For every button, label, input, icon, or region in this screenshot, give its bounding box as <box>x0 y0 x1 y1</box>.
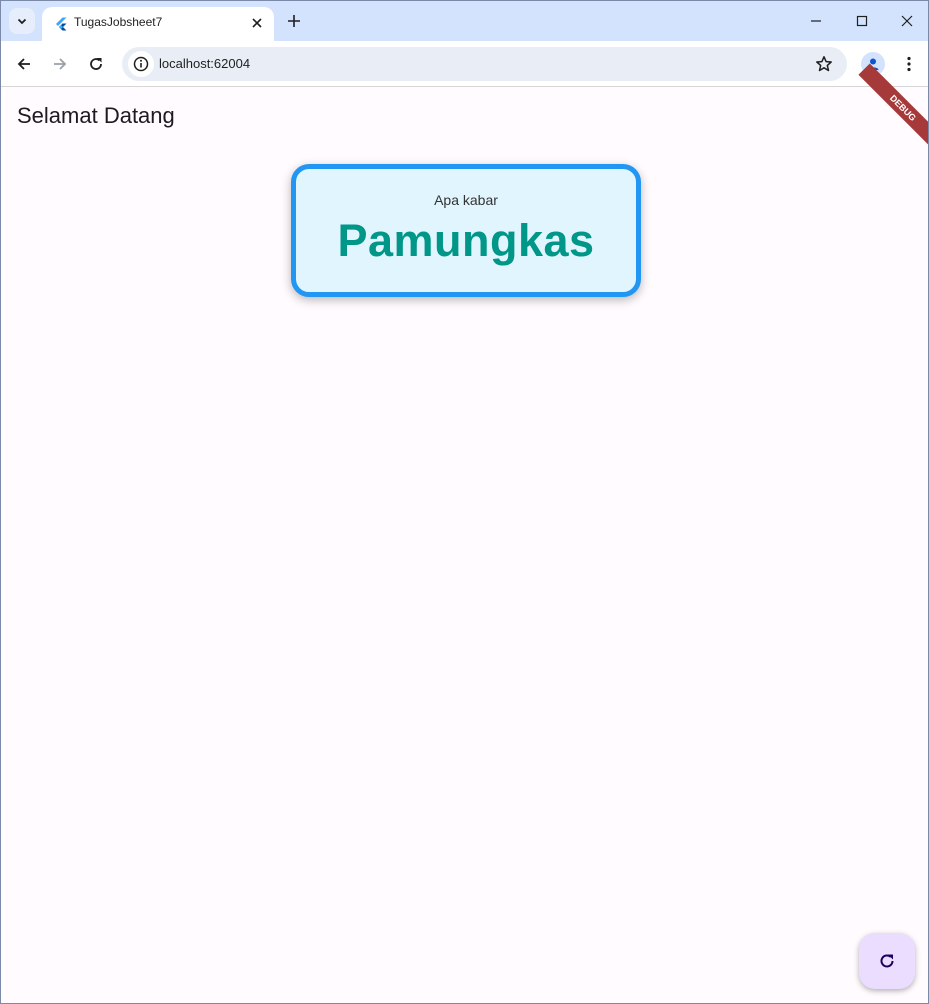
tab-close-button[interactable] <box>248 14 266 32</box>
plus-icon <box>288 15 300 27</box>
arrow-left-icon <box>17 58 30 70</box>
tab-title: TugasJobsheet7 <box>74 15 163 29</box>
refresh-fab-button[interactable] <box>859 933 915 989</box>
reload-icon <box>90 58 102 70</box>
flutter-icon <box>56 17 67 31</box>
address-bar[interactable]: localhost:62004 <box>122 47 847 81</box>
close-icon <box>252 18 262 28</box>
browser-toolbar: localhost:62004 <box>1 41 928 87</box>
close-window-button[interactable] <box>884 1 928 41</box>
chevron-down-icon <box>17 18 27 25</box>
maximize-icon <box>856 15 868 27</box>
info-icon <box>133 56 149 72</box>
app-bar-title: Selamat Datang <box>17 103 175 128</box>
star-icon <box>816 56 832 72</box>
maximize-button[interactable] <box>839 1 885 41</box>
app-viewport: Selamat Datang DEBUG Apa kabar Pamungkas <box>1 63 928 1003</box>
greeting-card: Apa kabar Pamungkas <box>291 164 641 297</box>
browser-menu-button[interactable] <box>899 52 919 76</box>
greeting-subtitle: Apa kabar <box>434 192 498 208</box>
arrow-right-icon <box>54 58 67 70</box>
back-button[interactable] <box>10 50 38 78</box>
url-text: localhost:62004 <box>159 56 251 71</box>
forward-button[interactable] <box>46 50 74 78</box>
site-info-button[interactable] <box>128 51 154 77</box>
minimize-icon <box>811 20 821 22</box>
tab-search-button[interactable] <box>9 8 35 34</box>
browser-tab[interactable]: TugasJobsheet7 <box>42 7 274 41</box>
refresh-icon <box>880 954 894 968</box>
reload-button[interactable] <box>82 50 110 78</box>
bookmark-button[interactable] <box>813 53 835 75</box>
greeting-name: Pamungkas <box>337 215 595 266</box>
minimize-button[interactable] <box>793 1 839 41</box>
browser-window: TugasJobsheet7 localhost:62004 Selamat D… <box>0 0 929 1004</box>
tab-strip: TugasJobsheet7 <box>1 1 928 41</box>
more-vert-icon <box>907 56 911 72</box>
close-icon <box>901 15 913 27</box>
new-tab-button[interactable] <box>282 9 306 33</box>
